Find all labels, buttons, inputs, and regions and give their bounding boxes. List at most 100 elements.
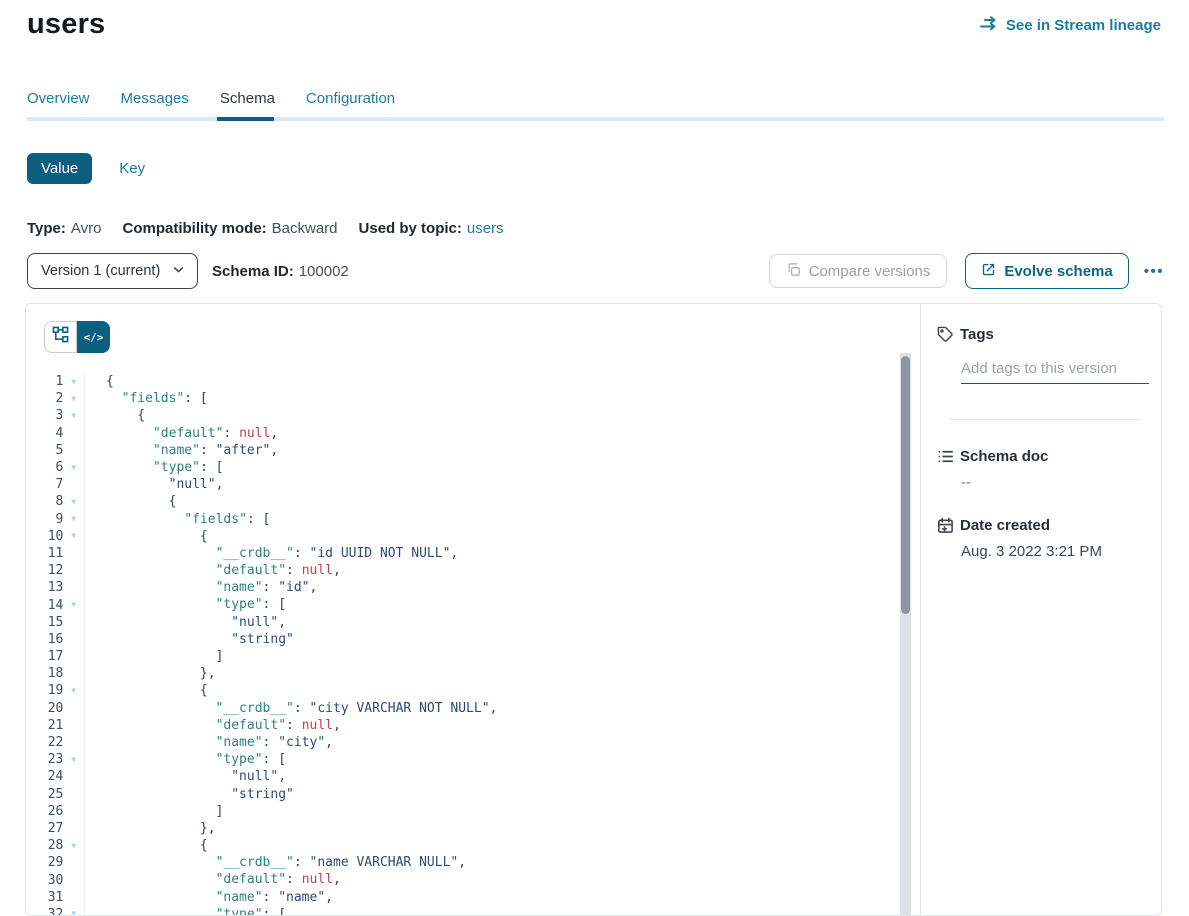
line-number: 23 [26, 752, 63, 767]
line-number: 10 [26, 529, 63, 544]
meta-item: Used by topic:users [359, 220, 504, 237]
tab-configuration[interactable]: Configuration [306, 90, 395, 107]
code-line: 26 ] [26, 803, 900, 820]
code-view-icon: </> [84, 331, 104, 344]
gutter: 24 [26, 768, 85, 785]
fold-arrow-icon[interactable]: ▼ [63, 412, 84, 420]
meta-label: Type: [27, 220, 66, 237]
meta-label: Compatibility mode: [122, 220, 266, 237]
meta-item: Compatibility mode:Backward [122, 220, 337, 237]
gutter: 2▼ [26, 390, 85, 407]
gutter: 3▼ [26, 407, 85, 424]
lineage-link-label: See in Stream lineage [1006, 17, 1161, 34]
compare-versions-button[interactable]: Compare versions [769, 254, 948, 288]
fold-arrow-icon[interactable]: ▼ [63, 910, 84, 915]
meta-value: Avro [71, 220, 102, 237]
code-line: 7 "null", [26, 476, 900, 493]
code-text: "type": [ [85, 459, 900, 476]
date-created-value: Aug. 3 2022 3:21 PM [961, 543, 1149, 560]
line-number: 22 [26, 735, 63, 750]
gutter: 23▼ [26, 751, 85, 768]
code-line: 18 }, [26, 665, 900, 682]
gutter: 21 [26, 717, 85, 734]
code-text: "null", [85, 476, 900, 493]
line-number: 8 [26, 494, 63, 509]
tree-view-button[interactable] [44, 321, 77, 353]
gutter: 16 [26, 631, 85, 648]
gutter: 18 [26, 665, 85, 682]
gutter: 30 [26, 871, 85, 888]
key-toggle-link[interactable]: Key [119, 160, 145, 177]
fold-arrow-icon[interactable]: ▼ [63, 532, 84, 540]
fold-arrow-icon[interactable]: ▼ [63, 498, 84, 506]
code-line: 3▼ { [26, 407, 900, 424]
tab-messages[interactable]: Messages [121, 90, 189, 107]
gutter: 26 [26, 803, 85, 820]
code-text: ] [85, 648, 900, 665]
line-number: 5 [26, 443, 63, 458]
evolve-schema-button[interactable]: Evolve schema [965, 253, 1128, 289]
meta-value-link[interactable]: users [467, 220, 504, 237]
value-toggle-button[interactable]: Value [27, 153, 92, 184]
gutter: 8▼ [26, 493, 85, 510]
stream-lineage-icon [980, 16, 999, 35]
code-line: 12 "default": null, [26, 562, 900, 579]
line-number: 16 [26, 632, 63, 647]
code-line: 19▼ { [26, 682, 900, 699]
line-number: 14 [26, 598, 63, 613]
schema-card: </> 1▼{2▼ "fields": [3▼ {4 "default": nu… [25, 303, 1162, 916]
code-text: "name": "name", [85, 889, 900, 906]
fold-arrow-icon[interactable]: ▼ [63, 756, 84, 764]
code-line: 27 }, [26, 820, 900, 837]
fold-arrow-icon[interactable]: ▼ [63, 395, 84, 403]
tab-bar: Overview Messages Schema Configuration [0, 90, 1189, 121]
fold-arrow-icon[interactable]: ▼ [63, 378, 84, 386]
see-in-stream-lineage-link[interactable]: See in Stream lineage [980, 16, 1161, 35]
fold-arrow-icon[interactable]: ▼ [63, 842, 84, 850]
tab-overview[interactable]: Overview [27, 90, 90, 107]
code-line: 15 "null", [26, 614, 900, 631]
add-tags-input[interactable] [961, 360, 1149, 384]
code-text: }, [85, 665, 900, 682]
gutter: 29 [26, 854, 85, 871]
code-text: "name": "after", [85, 442, 900, 459]
gutter: 27 [26, 820, 85, 837]
fold-arrow-icon[interactable]: ▼ [63, 687, 84, 695]
gutter: 15 [26, 614, 85, 631]
editor-scrollbar-thumb[interactable] [901, 356, 910, 614]
code-line: 6▼ "type": [ [26, 459, 900, 476]
fold-arrow-icon[interactable]: ▼ [63, 601, 84, 609]
line-number: 27 [26, 821, 63, 836]
code-text: "name": "city", [85, 734, 900, 751]
value-key-toggle: Value Key [27, 153, 145, 184]
tags-heading-label: Tags [960, 326, 994, 343]
gutter: 7 [26, 476, 85, 493]
code-text: { [85, 682, 900, 699]
code-view-button[interactable]: </> [77, 321, 110, 353]
line-number: 20 [26, 701, 63, 716]
gutter: 22 [26, 734, 85, 751]
fold-arrow-icon[interactable]: ▼ [63, 464, 84, 472]
code-text: "default": null, [85, 562, 900, 579]
editor-scrollbar[interactable] [900, 353, 911, 915]
code-line: 4 "default": null, [26, 425, 900, 442]
more-options-button[interactable]: ••• [1144, 263, 1164, 280]
version-select-value: Version 1 (current) [41, 263, 160, 279]
tags-heading: Tags [937, 326, 1149, 343]
line-number: 24 [26, 769, 63, 784]
tab-schema[interactable]: Schema [220, 90, 275, 107]
line-number: 21 [26, 718, 63, 733]
schema-code-area[interactable]: 1▼{2▼ "fields": [3▼ {4 "default": null,5… [26, 373, 900, 915]
code-line: 20 "__crdb__": "city VARCHAR NOT NULL", [26, 700, 900, 717]
line-number: 1 [26, 374, 63, 389]
code-text: "null", [85, 614, 900, 631]
compare-button-label: Compare versions [809, 263, 931, 280]
schema-doc-icon [937, 448, 954, 465]
version-select[interactable]: Version 1 (current) [27, 253, 198, 289]
line-number: 13 [26, 580, 63, 595]
active-tab-indicator [217, 117, 274, 121]
code-line: 23▼ "type": [ [26, 751, 900, 768]
gutter: 31 [26, 889, 85, 906]
fold-arrow-icon[interactable]: ▼ [63, 515, 84, 523]
code-text: { [85, 528, 900, 545]
